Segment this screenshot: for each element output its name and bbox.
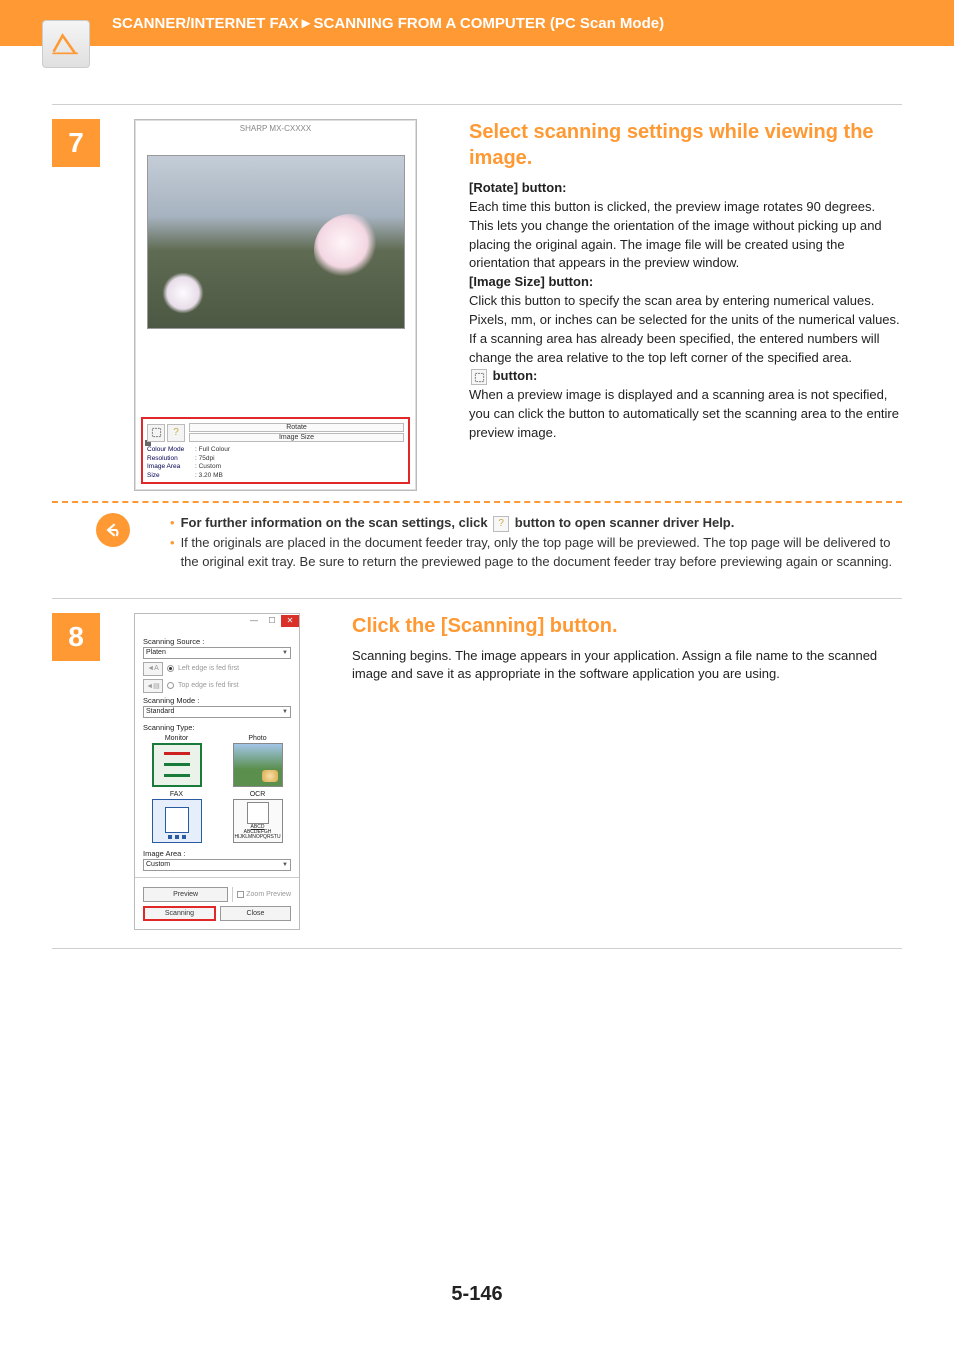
type-monitor[interactable]: Monitor bbox=[145, 735, 208, 787]
image-size-button[interactable]: Image Size bbox=[189, 433, 404, 442]
step-7-body: [Rotate] button: Each time this button i… bbox=[469, 179, 902, 443]
tip-line-1: • For further information on the scan se… bbox=[170, 513, 902, 533]
step-8-heading: Click the [Scanning] button. bbox=[352, 613, 902, 639]
window-titlebar: — ☐ ✕ bbox=[135, 614, 299, 628]
step-7: 7 SHARP MX-CXXXX ? Rotate Image Size bbox=[52, 119, 902, 491]
scan-info: Colour Mode: Full Colour Resolution: 75d… bbox=[145, 444, 406, 480]
breadcrumb: SCANNER/INTERNET FAX►SCANNING FROM A COM… bbox=[112, 15, 664, 32]
rotate-label: [Rotate] button: bbox=[469, 180, 566, 195]
orientation-left-row[interactable]: ◄A Left edge is fed first bbox=[143, 662, 291, 676]
step-8-body: Scanning begins. The image appears in yo… bbox=[352, 647, 902, 685]
zoom-preview-check[interactable]: Zoom Preview bbox=[237, 891, 291, 898]
preview-image bbox=[147, 155, 405, 329]
orientation-top-row[interactable]: ◄▤ Top edge is fed first bbox=[143, 679, 291, 693]
orient-top-icon: ◄▤ bbox=[143, 679, 163, 693]
tip-line-2: • If the originals are placed in the doc… bbox=[170, 533, 902, 572]
page-header-icon bbox=[42, 20, 90, 68]
divider bbox=[52, 104, 902, 105]
dashed-divider bbox=[52, 501, 902, 503]
minimize-icon[interactable]: — bbox=[245, 615, 263, 627]
crop-icon[interactable] bbox=[147, 424, 165, 442]
radio-left[interactable] bbox=[167, 665, 174, 672]
radio-top[interactable] bbox=[167, 682, 174, 689]
close-button[interactable]: Close bbox=[220, 906, 291, 921]
help-icon: ? bbox=[493, 516, 509, 532]
preview-button[interactable]: Preview bbox=[143, 887, 228, 902]
close-icon[interactable]: ✕ bbox=[281, 615, 299, 627]
type-ocr[interactable]: OCR ABCD ABCDEFGH HIJKLMNOPQRSTU bbox=[226, 791, 289, 843]
orient-left-icon: ◄A bbox=[143, 662, 163, 676]
image-area-label: Image Area : bbox=[143, 849, 291, 858]
help-icon[interactable]: ? bbox=[167, 424, 185, 442]
type-photo[interactable]: Photo bbox=[226, 735, 289, 787]
maximize-icon[interactable]: ☐ bbox=[263, 615, 281, 627]
cropbtn-label: button: bbox=[489, 368, 537, 383]
screenshot-preview-window: SHARP MX-CXXXX ? Rotate Image Size bbox=[134, 119, 417, 491]
tip-block: • For further information on the scan se… bbox=[52, 513, 902, 572]
scanning-mode-label: Scanning Mode : bbox=[143, 696, 291, 705]
step-8: 8 — ☐ ✕ Scanning Source : Platen▼ ◄A L bbox=[52, 613, 902, 930]
highlighted-toolbar: ? Rotate Image Size Colour Mode: Full Co… bbox=[141, 417, 410, 484]
header-bar: SCANNER/INTERNET FAX►SCANNING FROM A COM… bbox=[0, 0, 954, 46]
type-fax[interactable]: FAX bbox=[145, 791, 208, 843]
fax-icon bbox=[152, 799, 202, 843]
step-number-8: 8 bbox=[52, 613, 100, 661]
imagesize-label: [Image Size] button: bbox=[469, 274, 593, 289]
screenshot-scan-dialog: — ☐ ✕ Scanning Source : Platen▼ ◄A Left … bbox=[134, 613, 300, 930]
step-7-heading: Select scanning settings while viewing t… bbox=[469, 119, 902, 171]
image-area-select[interactable]: Custom▼ bbox=[143, 859, 291, 871]
scanning-mode-select[interactable]: Standard▼ bbox=[143, 706, 291, 718]
scanning-type-label: Scanning Type: bbox=[143, 723, 291, 732]
step-number-7: 7 bbox=[52, 119, 100, 167]
scanning-source-label: Scanning Source : bbox=[143, 637, 291, 646]
monitor-icon bbox=[152, 743, 202, 787]
crop-icon bbox=[471, 369, 487, 385]
divider bbox=[52, 948, 902, 949]
photo-icon bbox=[233, 743, 283, 787]
scanning-button[interactable]: Scanning bbox=[143, 906, 216, 921]
ocr-icon: ABCD ABCDEFGH HIJKLMNOPQRSTU bbox=[233, 799, 283, 843]
tip-icon bbox=[96, 513, 130, 547]
page-number: 5-146 bbox=[0, 1283, 954, 1306]
scanning-source-select[interactable]: Platen▼ bbox=[143, 647, 291, 659]
rotate-button[interactable]: Rotate bbox=[189, 423, 404, 432]
screenshot-title: SHARP MX-CXXXX bbox=[135, 120, 416, 137]
divider bbox=[52, 598, 902, 599]
